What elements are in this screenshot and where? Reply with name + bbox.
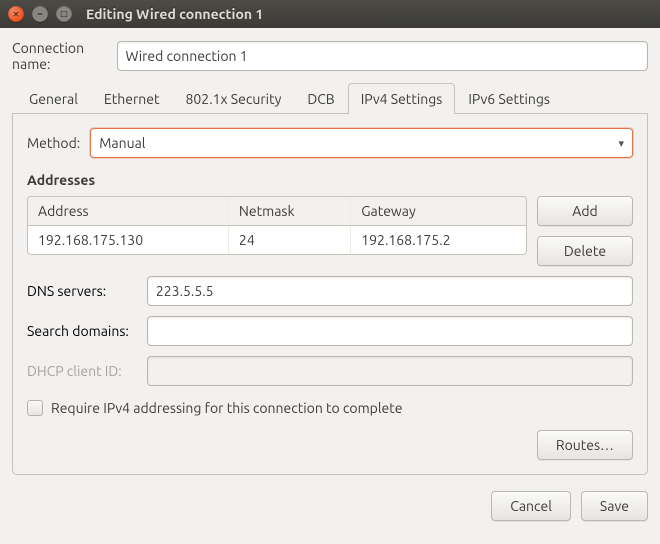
- require-ipv4-row[interactable]: Require IPv4 addressing for this connect…: [27, 400, 633, 416]
- connection-name-input[interactable]: [117, 41, 649, 71]
- col-netmask: Netmask: [228, 197, 350, 226]
- save-button[interactable]: Save: [581, 491, 648, 521]
- title-bar: Editing Wired connection 1: [0, 0, 660, 28]
- dhcp-client-id-input: [147, 356, 633, 386]
- dns-input[interactable]: [147, 276, 633, 306]
- cancel-button[interactable]: Cancel: [491, 491, 571, 521]
- close-icon[interactable]: [8, 6, 24, 22]
- method-dropdown[interactable]: Manual ▾: [90, 128, 633, 158]
- addresses-title: Addresses: [27, 172, 633, 188]
- addresses-buttons: Add Delete: [537, 196, 633, 266]
- require-ipv4-checkbox[interactable]: [27, 400, 43, 416]
- dns-label: DNS servers:: [27, 283, 137, 299]
- search-domains-input[interactable]: [147, 316, 633, 346]
- table-row[interactable]: 192.168.175.130 24 192.168.175.2: [28, 226, 526, 255]
- dhcp-client-id-label: DHCP client ID:: [27, 363, 137, 379]
- tab-general[interactable]: General: [16, 83, 91, 114]
- cell-address: 192.168.175.130: [28, 226, 228, 255]
- addresses-table[interactable]: Address Netmask Gateway 192.168.175.130 …: [27, 196, 527, 255]
- window-body: Connection name: General Ethernet 802.1x…: [0, 28, 660, 531]
- col-address: Address: [28, 197, 228, 226]
- connection-name-label: Connection name:: [12, 40, 107, 72]
- tab-dcb[interactable]: DCB: [294, 83, 347, 114]
- tab-ethernet[interactable]: Ethernet: [91, 83, 173, 114]
- dhcp-client-id-row: DHCP client ID:: [27, 356, 633, 386]
- chevron-down-icon: ▾: [618, 137, 624, 150]
- tab-panel-ipv4: Method: Manual ▾ Addresses Address Netma…: [12, 114, 648, 475]
- routes-button[interactable]: Routes…: [537, 430, 633, 460]
- search-domains-row: Search domains:: [27, 316, 633, 346]
- search-domains-label: Search domains:: [27, 323, 137, 339]
- col-gateway: Gateway: [351, 197, 526, 226]
- delete-button[interactable]: Delete: [537, 236, 633, 266]
- cell-gateway: 192.168.175.2: [351, 226, 526, 255]
- routes-row: Routes…: [27, 430, 633, 460]
- tab-ipv4-settings[interactable]: IPv4 Settings: [348, 83, 456, 114]
- table-header-row: Address Netmask Gateway: [28, 197, 526, 226]
- tab-strip: General Ethernet 802.1x Security DCB IPv…: [12, 82, 648, 114]
- require-ipv4-label: Require IPv4 addressing for this connect…: [51, 400, 402, 416]
- addresses-row: Address Netmask Gateway 192.168.175.130 …: [27, 196, 633, 266]
- connection-name-row: Connection name:: [12, 40, 648, 72]
- add-button[interactable]: Add: [537, 196, 633, 226]
- method-value: Manual: [99, 135, 145, 151]
- cell-netmask: 24: [228, 226, 350, 255]
- tab-ipv6-settings[interactable]: IPv6 Settings: [455, 83, 563, 114]
- minimize-icon[interactable]: [32, 6, 48, 22]
- window-title: Editing Wired connection 1: [86, 6, 263, 22]
- tab-8021x-security[interactable]: 802.1x Security: [173, 83, 295, 114]
- method-label: Method:: [27, 135, 80, 151]
- dns-row: DNS servers:: [27, 276, 633, 306]
- dialog-buttons: Cancel Save: [12, 491, 648, 521]
- maximize-icon[interactable]: [56, 6, 72, 22]
- method-row: Method: Manual ▾: [27, 128, 633, 158]
